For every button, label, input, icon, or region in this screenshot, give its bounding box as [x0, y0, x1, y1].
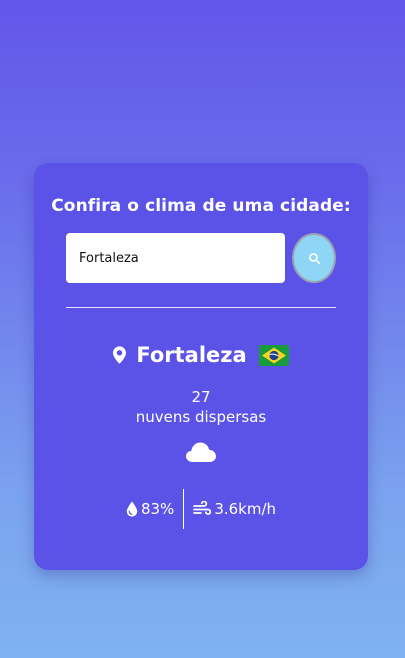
search-icon	[308, 252, 320, 264]
search-button[interactable]	[292, 233, 336, 283]
brazil-flag-icon	[258, 344, 289, 366]
details-divider	[183, 489, 185, 529]
wind-item: 3.6km/h	[193, 500, 276, 518]
temperature-value: 27	[191, 388, 211, 406]
weather-details: 83% 3.6km/h	[34, 489, 368, 529]
city-name: Fortaleza	[136, 343, 247, 367]
cloud-icon	[186, 442, 216, 462]
city-search-input[interactable]	[66, 233, 285, 283]
wind-icon	[193, 501, 212, 515]
divider	[66, 307, 336, 308]
humidity-item: 83%	[126, 500, 174, 518]
map-pin-icon	[113, 346, 127, 364]
humidity-value: 83%	[140, 500, 175, 518]
droplet-icon	[126, 501, 138, 517]
weather-description: nuvens dispersas	[135, 408, 267, 426]
city-row: Fortaleza	[34, 343, 368, 367]
wind-value: 3.6km/h	[214, 500, 277, 518]
weather-card: Confira o clima de uma cidade: Fortaleza…	[34, 163, 368, 570]
card-title: Confira o clima de uma cidade:	[51, 196, 351, 216]
